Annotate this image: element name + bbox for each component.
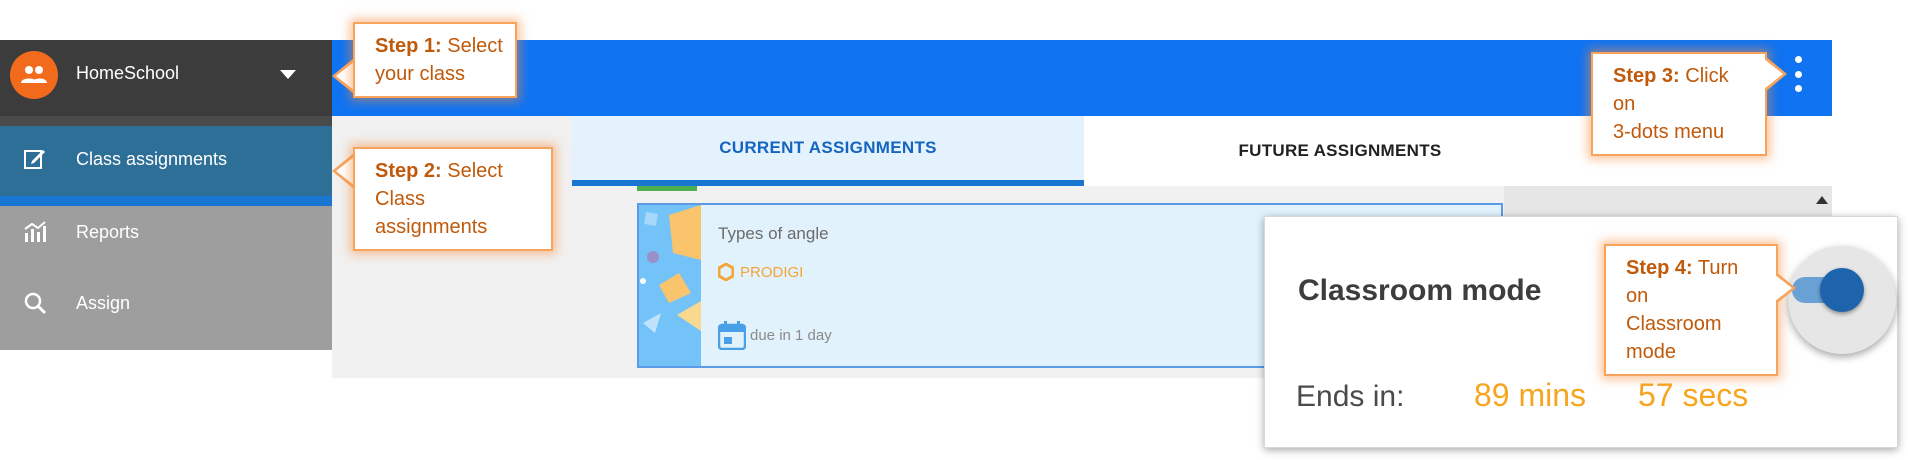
callout-step-label: Step 2: <box>375 160 442 182</box>
sidebar-active-indicator <box>0 196 332 206</box>
callout-text: Class assignments <box>375 188 488 238</box>
search-icon <box>22 290 48 316</box>
sidebar-item-label: Class assignments <box>76 148 228 169</box>
callout-text: 3-dots menu <box>1613 121 1725 143</box>
timer-minutes: 89 mins <box>1474 377 1587 413</box>
callout-step-label: Step 3: <box>1613 65 1680 87</box>
assignment-title: Types of angle <box>718 224 829 243</box>
progress-strip <box>637 186 697 191</box>
assignment-thumbnail <box>639 205 701 366</box>
due-text: due in 1 day <box>750 326 832 344</box>
callout-step-3: Step 3: Click on 3-dots menu <box>1591 52 1767 156</box>
toggle-knob[interactable] <box>1820 268 1864 312</box>
class-avatar <box>10 51 58 99</box>
publisher-name: PRODIGI <box>740 263 804 281</box>
classroom-mode-title: Classroom mode <box>1298 274 1542 307</box>
assignment-publisher: PRODIGI <box>718 263 803 281</box>
scroll-up-icon[interactable] <box>1816 196 1828 204</box>
assignment-due: due in 1 day <box>718 320 832 350</box>
prodigi-logo-icon <box>718 263 734 281</box>
timer-seconds: 57 secs <box>1638 377 1749 413</box>
ends-in-label: Ends in: <box>1296 380 1405 413</box>
sidebar-item-class-assignments[interactable]: Class assignments <box>22 146 227 172</box>
callout-text: Select <box>447 35 503 57</box>
sidebar-item-assign[interactable]: Assign <box>22 290 130 316</box>
callout-text: Select <box>447 160 503 182</box>
callout-step-1: Step 1: Select your class <box>353 22 517 98</box>
callout-step-2: Step 2: Select Class assignments <box>353 147 553 251</box>
sidebar-divider <box>0 116 332 126</box>
edit-icon <box>22 146 48 172</box>
chevron-down-icon[interactable] <box>280 70 296 79</box>
callout-arrow-fill <box>1775 275 1792 301</box>
more-vert-icon[interactable] <box>1792 56 1804 92</box>
class-name: HomeSchool <box>76 63 180 83</box>
callout-step-4: Step 4: Turn on Classroom mode <box>1604 244 1778 376</box>
callout-arrow-fill <box>1764 59 1783 89</box>
tab-future-assignments[interactable]: FUTURE ASSIGNMENTS <box>1084 116 1596 186</box>
people-icon <box>21 66 47 83</box>
callout-step-label: Step 1: <box>375 35 442 57</box>
sidebar-item-reports[interactable]: Reports <box>22 219 139 245</box>
tab-current-assignments[interactable]: CURRENT ASSIGNMENTS <box>572 116 1084 186</box>
sidebar-item-label: Reports <box>76 221 140 242</box>
callout-text: Classroom mode <box>1626 313 1722 363</box>
calendar-icon <box>718 321 746 350</box>
callout-step-label: Step 4: <box>1626 257 1693 279</box>
callout-text: your class <box>375 63 466 85</box>
chart-icon <box>22 219 48 245</box>
sidebar-item-label: Assign <box>76 292 131 313</box>
